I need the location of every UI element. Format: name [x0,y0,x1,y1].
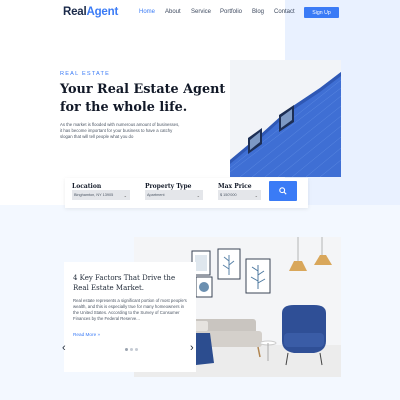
search-icon [279,187,287,195]
chevron-down-icon: ⌄ [196,193,200,198]
property-type-label: Property Type [145,183,192,190]
location-value: Binghamton, NY 13905 [74,193,114,197]
carousel-dots [125,348,138,351]
property-type-value: Apartment [147,193,165,197]
nav-blog[interactable]: Blog [252,9,264,15]
property-type-select[interactable]: Apartment ⌄ [145,190,203,200]
brand-logo[interactable]: RealAgent [63,6,118,18]
brand-prefix: Real [63,6,87,18]
max-price-label: Max Price [218,183,252,190]
chevron-down-icon: ⌄ [254,193,258,198]
hero-eyebrow: REAL ESTATE [60,71,111,77]
carousel-dot[interactable] [130,348,133,351]
chevron-right-icon[interactable]: › [190,342,194,354]
chevron-left-icon[interactable]: ‹ [62,342,66,354]
hero-title: Your Real Estate Agent for the whole lif… [60,82,226,115]
brand-suffix: Agent [86,6,119,18]
building-image [230,60,341,177]
nav-about[interactable]: About [165,9,181,15]
location-select[interactable]: Binghamton, NY 13905 ⌄ [72,190,130,200]
max-price-value: $ 150'000 [220,193,237,197]
carousel-dot[interactable] [135,348,138,351]
max-price-select[interactable]: $ 150'000 ⌄ [218,190,261,200]
hero-description: As the market is flooded with numerous a… [60,122,180,140]
feature-description: Real estate represents a significant por… [73,298,187,322]
read-more-link[interactable]: Read More » [73,332,100,337]
nav-home[interactable]: Home [139,9,155,15]
carousel-dot[interactable] [125,348,128,351]
nav-service[interactable]: Service [191,9,211,15]
location-label: Location [72,183,102,190]
nav-portfolio[interactable]: Portfolio [220,9,242,15]
sign-up-button[interactable]: Sign Up [304,7,339,18]
chevron-down-icon: ⌄ [123,193,127,198]
nav-contact[interactable]: Contact [274,9,295,15]
search-button[interactable] [269,181,297,201]
feature-title: 4 Key Factors That Drive the Real Estate… [73,274,176,292]
